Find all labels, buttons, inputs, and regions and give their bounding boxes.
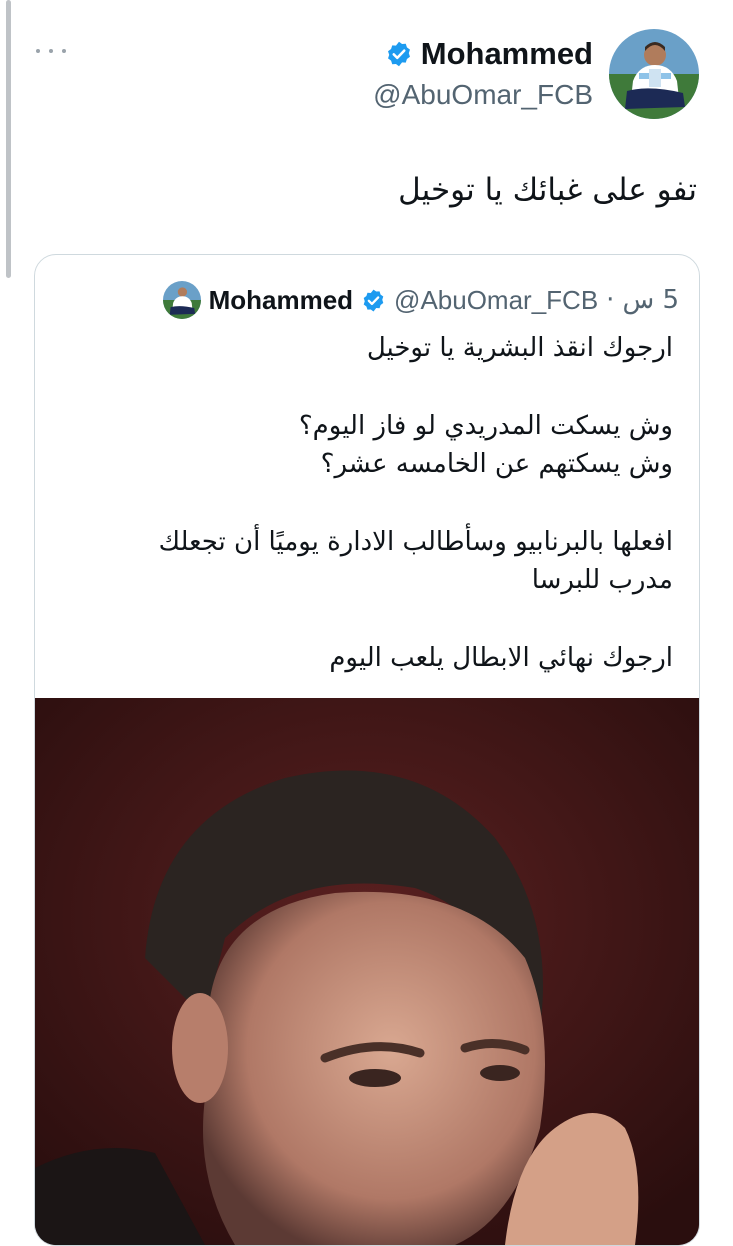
verified-badge-icon xyxy=(385,40,413,68)
quoted-line: ارجوك نهائي الابطال يلعب اليوم xyxy=(329,643,673,673)
scrollbar[interactable] xyxy=(6,0,11,278)
more-options-button[interactable] xyxy=(36,41,66,61)
portrait-photo-icon xyxy=(35,698,699,1245)
quoted-line: ارجوك انقذ البشرية يا توخيل xyxy=(366,333,673,363)
quoted-author-avatar xyxy=(162,281,201,319)
quoted-tweet-header: 5 س · @AbuOmar_FCB Mohammed xyxy=(59,281,679,319)
tweet-text: تفو على غبائك يا توخيل xyxy=(398,172,697,208)
player-avatar-icon xyxy=(609,29,699,119)
more-dot-icon xyxy=(49,49,53,53)
author-handle[interactable]: @AbuOmar_FCB xyxy=(373,79,593,111)
author-avatar[interactable] xyxy=(609,29,699,119)
quoted-line: مدرب للبرسا xyxy=(531,565,673,595)
quoted-line: وش يسكت المدريدي لو فاز اليوم؟ xyxy=(298,411,673,441)
more-dot-icon xyxy=(36,49,40,53)
quoted-author-handle: @AbuOmar_FCB xyxy=(394,284,599,315)
quoted-tweet-time[interactable]: 5 س xyxy=(622,285,679,315)
more-dot-icon xyxy=(62,49,66,53)
separator-dot: · xyxy=(606,285,615,315)
quoted-tweet-text: ارجوك انقذ البشرية يا توخيل وش يسكت المد… xyxy=(73,329,673,677)
player-avatar-icon xyxy=(162,281,201,319)
quoted-line: افعلها بالبرنابيو وسأطالب الادارة يوميًا… xyxy=(158,527,673,557)
quoted-tweet-photo[interactable] xyxy=(35,698,699,1245)
verified-badge-icon xyxy=(361,288,386,313)
quoted-author-name: Mohammed xyxy=(208,284,354,315)
quoted-tweet-card[interactable]: 5 س · @AbuOmar_FCB Mohammed ارجوك انقذ ا… xyxy=(34,254,700,1246)
author-display-name[interactable]: Mohammed xyxy=(421,36,593,72)
author-name-line: Mohammed xyxy=(385,36,593,72)
quoted-line: وش يسكتهم عن الخامسه عشر؟ xyxy=(320,449,673,479)
